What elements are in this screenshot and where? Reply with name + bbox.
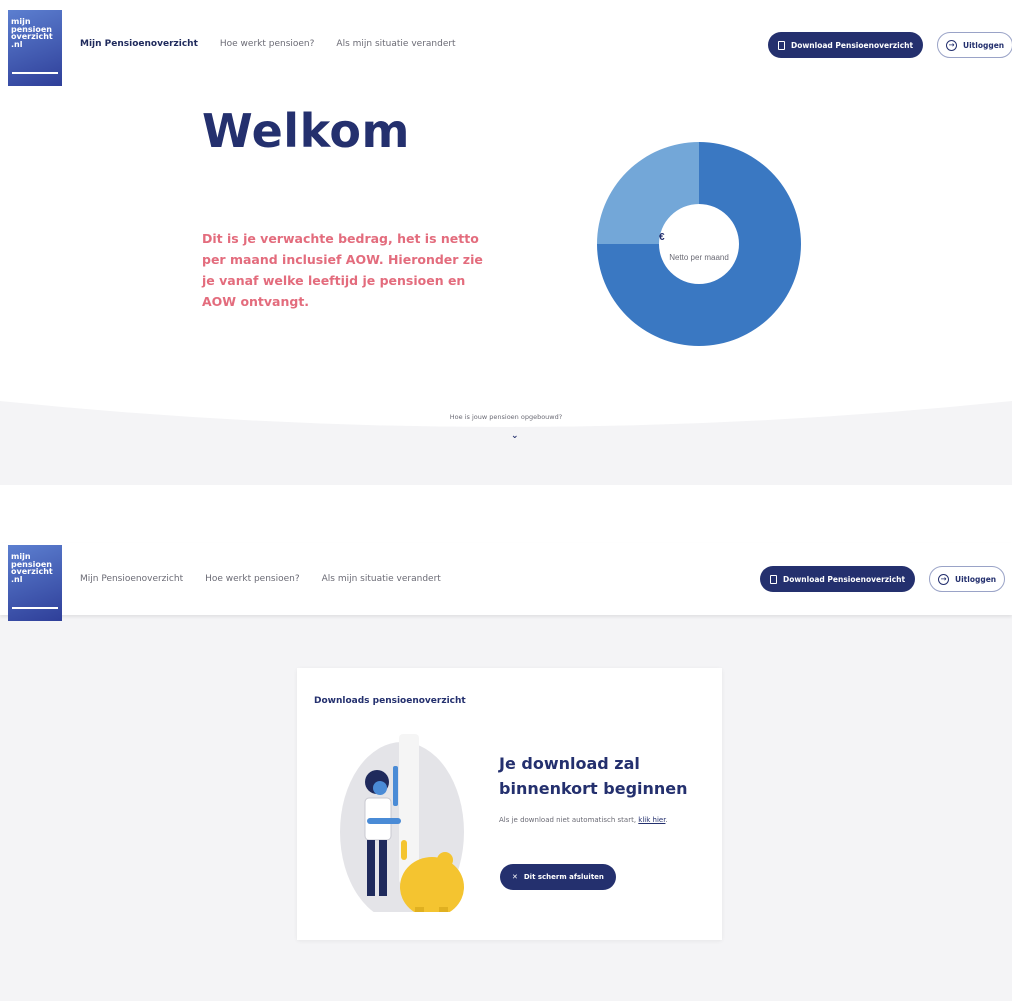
download-overview-button[interactable]: Download Pensioenoverzicht — [760, 566, 916, 592]
document-icon — [778, 40, 785, 50]
download-card: Downloads pensioenoverzicht Je download … — [297, 668, 722, 940]
logo-line: .nl — [11, 574, 23, 584]
logout-button[interactable]: → Uitloggen — [937, 32, 1012, 58]
close-screen-button[interactable]: ✕ Dit scherm afsluiten — [500, 864, 616, 890]
intro-text: Dit is je verwachte bedrag, het is netto… — [202, 231, 483, 309]
logout-label: Uitloggen — [955, 574, 997, 584]
welcome-screen: mijn pensioen overzicht .nl Mijn Pensioe… — [0, 0, 1012, 485]
nav-item-mijn-pensioenoverzicht[interactable]: Mijn Pensioenoverzicht — [80, 39, 198, 49]
scroll-section: Hoe is jouw pensioen opgebouwd? ⌄ — [0, 395, 1012, 485]
nav-item-situatie-verandert[interactable]: Als mijn situatie verandert — [322, 574, 441, 584]
logout-button[interactable]: → Uitloggen — [929, 566, 1006, 592]
scroll-hint[interactable]: Hoe is jouw pensioen opgebouwd? — [0, 413, 1012, 421]
nav-item-hoe-werkt-pensioen[interactable]: Hoe werkt pensioen? — [205, 574, 300, 584]
chart-center-label: Netto per maand — [669, 253, 729, 262]
logout-icon: → — [946, 39, 957, 51]
logo-underline — [12, 607, 58, 609]
nav-item-situatie-verandert[interactable]: Als mijn situatie verandert — [336, 39, 455, 49]
site-logo[interactable]: mijn pensioen overzicht .nl — [8, 545, 62, 621]
site-logo[interactable]: mijn pensioen overzicht .nl — [8, 10, 62, 86]
download-label: Download Pensioenoverzicht — [783, 574, 906, 584]
download-screen: mijn pensioen overzicht .nl Mijn Pensioe… — [0, 543, 1012, 1001]
site-header: mijn pensioen overzicht .nl Mijn Pensioe… — [0, 8, 1012, 86]
donut-slice-1 — [597, 142, 699, 244]
person-piggy-bank-illustration — [340, 734, 464, 912]
download-heading: Je download zal binnenkort beginnen — [499, 754, 688, 798]
net-income-donut-chart: € Netto per maand — [597, 142, 801, 346]
download-overview-button[interactable]: Download Pensioenoverzicht — [768, 32, 924, 58]
main-nav: Mijn Pensioenoverzicht Hoe werkt pensioe… — [80, 8, 478, 80]
click-here-link[interactable]: klik hier — [638, 816, 665, 824]
logo-underline — [12, 72, 58, 74]
download-label: Download Pensioenoverzicht — [791, 40, 914, 50]
main-nav: Mijn Pensioenoverzicht Hoe werkt pensioe… — [80, 543, 463, 615]
download-fallback-text: Als je download niet automatisch start, … — [499, 815, 719, 826]
site-header: mijn pensioen overzicht .nl Mijn Pensioe… — [0, 543, 1012, 621]
fallback-text: Als je download niet automatisch start, — [499, 816, 637, 824]
close-label: Dit scherm afsluiten — [523, 873, 604, 881]
card-title: Downloads pensioenoverzicht — [314, 696, 466, 706]
page-title: Welkom — [202, 104, 410, 158]
logout-icon: → — [938, 573, 949, 585]
chevron-down-icon[interactable]: ⌄ — [511, 431, 519, 441]
nav-item-hoe-werkt-pensioen[interactable]: Hoe werkt pensioen? — [220, 39, 315, 49]
nav-item-mijn-pensioenoverzicht[interactable]: Mijn Pensioenoverzicht — [80, 574, 183, 584]
logo-line: .nl — [11, 39, 23, 49]
fallback-text-end: . — [665, 816, 668, 824]
chart-currency-label: € — [659, 232, 665, 243]
document-icon — [770, 574, 777, 584]
close-icon: ✕ — [512, 873, 518, 881]
logout-label: Uitloggen — [963, 40, 1005, 50]
